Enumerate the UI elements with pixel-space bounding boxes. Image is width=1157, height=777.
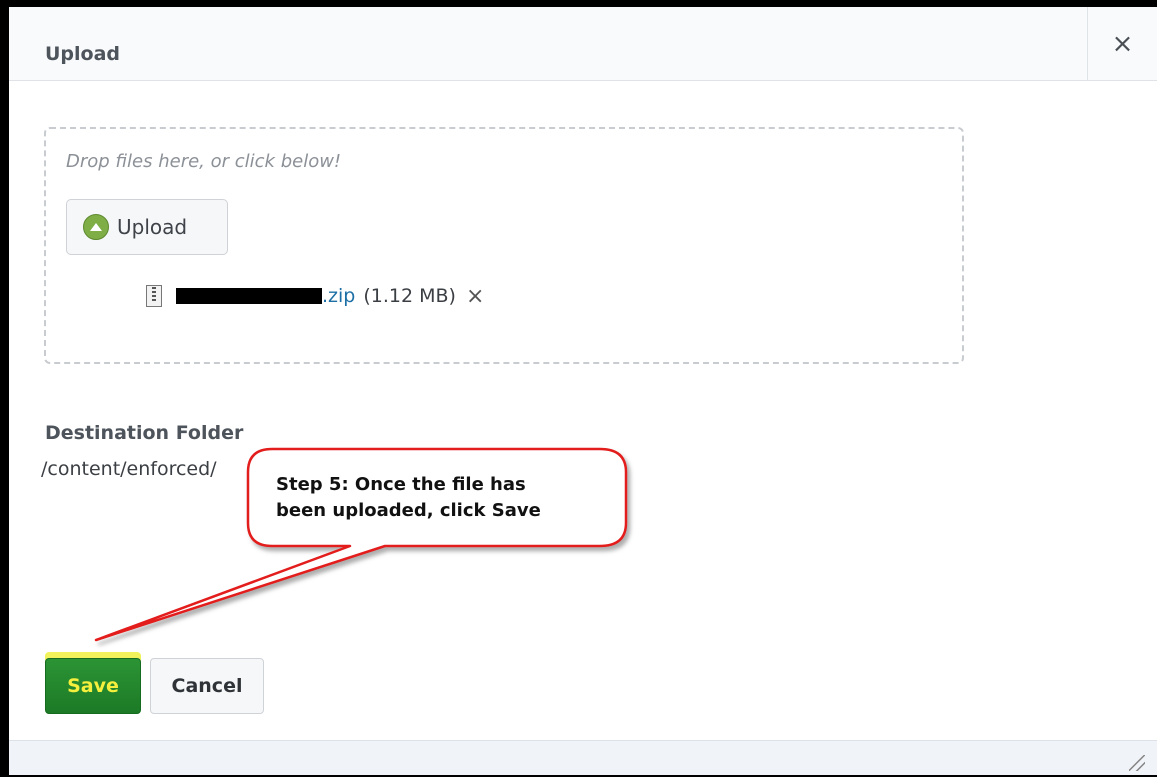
callout-line-2: been uploaded, click Save <box>276 500 541 521</box>
callout-line-1: Step 5: Once the file has <box>276 474 526 495</box>
cancel-button[interactable]: Cancel <box>150 658 264 714</box>
callout-text: Step 5: Once the file has been uploaded,… <box>276 472 606 524</box>
save-button[interactable]: Save <box>45 658 141 714</box>
dialog-footer <box>9 740 1157 775</box>
resize-grip-icon[interactable] <box>1129 755 1145 771</box>
